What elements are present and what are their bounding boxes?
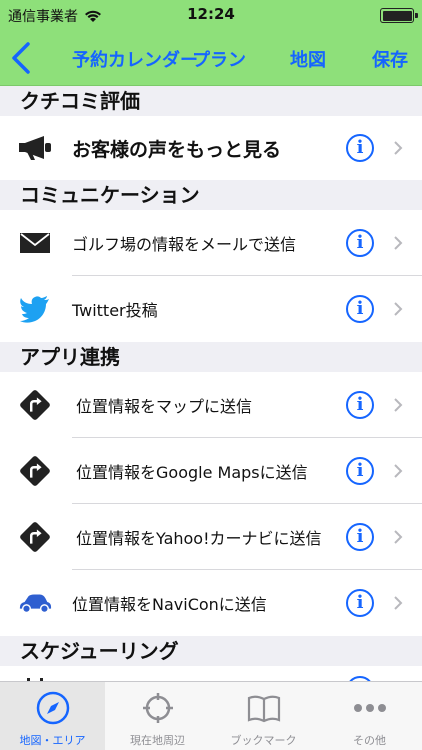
megaphone-icon xyxy=(18,131,52,165)
envelope-icon xyxy=(18,226,52,260)
nav-reservation-calendar[interactable]: 予約カレンダー xyxy=(72,46,198,72)
list-item-partial[interactable] xyxy=(0,666,422,681)
chevron-right-icon[interactable] xyxy=(392,301,404,317)
list-item-navicon[interactable]: 位置情報をNaviConに送信 i xyxy=(0,570,422,636)
section-header-app-integration: アプリ連携 xyxy=(0,342,422,372)
chevron-right-icon[interactable] xyxy=(392,595,404,611)
tab-more[interactable]: その他 xyxy=(317,682,422,750)
chevron-right-icon[interactable] xyxy=(392,140,404,156)
list-item-label: 位置情報をYahoo!カーナビに送信 xyxy=(76,529,322,548)
list-item-label: 位置情報をGoogle Mapsに送信 xyxy=(76,463,308,482)
tab-label: ブックマーク xyxy=(230,734,297,747)
section-header-communication: コミュニケーション xyxy=(0,180,422,210)
tab-map-area[interactable]: 地図・エリア xyxy=(0,682,105,750)
calendar-icon xyxy=(18,674,52,681)
direction-sign-icon xyxy=(18,454,52,488)
more-dots-icon xyxy=(354,704,386,712)
crosshair-icon xyxy=(143,693,173,723)
section-header-scheduling: スケジューリング xyxy=(0,636,422,666)
list-item-label: 位置情報をNaviConに送信 xyxy=(72,595,267,614)
nav-plan[interactable]: プラン xyxy=(192,46,246,72)
list-item-google-maps[interactable]: 位置情報をGoogle Mapsに送信 i xyxy=(0,438,422,504)
twitter-bird-icon xyxy=(18,292,52,326)
book-icon xyxy=(247,695,281,723)
info-icon[interactable]: i xyxy=(346,457,374,485)
battery-icon xyxy=(380,8,418,23)
chevron-right-icon[interactable] xyxy=(392,463,404,479)
info-icon[interactable]: i xyxy=(346,295,374,323)
chevron-right-icon[interactable] xyxy=(392,397,404,413)
compass-icon xyxy=(36,691,70,725)
list-item-label: ゴルフ場の情報をメールで送信 xyxy=(72,235,297,254)
info-icon[interactable]: i xyxy=(346,229,374,257)
direction-sign-icon xyxy=(18,388,52,422)
nav-save[interactable]: 保存 xyxy=(372,46,408,72)
car-icon xyxy=(18,586,52,620)
nav-bar: 予約カレンダー プラン 地図 保存 xyxy=(0,30,422,86)
chevron-right-icon[interactable] xyxy=(392,235,404,251)
section-header-reviews: クチコミ評価 xyxy=(0,86,422,116)
nav-map[interactable]: 地図 xyxy=(290,46,326,72)
list-item-label: お客様の声をもっと見る xyxy=(72,138,282,161)
tab-nearby[interactable]: 現在地周辺 xyxy=(105,682,210,750)
tab-bookmark[interactable]: ブックマーク xyxy=(211,682,316,750)
info-icon[interactable]: i xyxy=(346,391,374,419)
tab-label: 現在地周辺 xyxy=(130,734,185,747)
status-time: 12:24 xyxy=(187,5,235,23)
list-item-reviews[interactable]: お客様の声をもっと見る i xyxy=(0,116,422,180)
list-item-twitter[interactable]: Twitter投稿 i xyxy=(0,276,422,342)
back-chevron-icon[interactable] xyxy=(8,40,36,76)
tab-label: その他 xyxy=(353,734,386,747)
direction-sign-icon xyxy=(18,520,52,554)
tab-bar: 地図・エリア 現在地周辺 ブックマーク その他 xyxy=(0,681,422,750)
info-icon[interactable]: i xyxy=(346,589,374,617)
info-icon[interactable]: i xyxy=(346,134,374,162)
list-item-email[interactable]: ゴルフ場の情報をメールで送信 i xyxy=(0,210,422,276)
tab-label: 地図・エリア xyxy=(19,734,86,747)
list-item-yahoo-navi[interactable]: 位置情報をYahoo!カーナビに送信 i xyxy=(0,504,422,570)
list-item-maps[interactable]: 位置情報をマップに送信 i xyxy=(0,372,422,438)
info-icon[interactable]: i xyxy=(346,523,374,551)
status-bar: 通信事業者 12:24 xyxy=(0,0,422,30)
content-list[interactable]: クチコミ評価 お客様の声をもっと見る i コミュニケーション ゴルフ場の情報をメ… xyxy=(0,86,422,681)
list-item-label: 位置情報をマップに送信 xyxy=(76,397,253,416)
list-item-label: Twitter投稿 xyxy=(72,301,158,320)
chevron-right-icon[interactable] xyxy=(392,529,404,545)
